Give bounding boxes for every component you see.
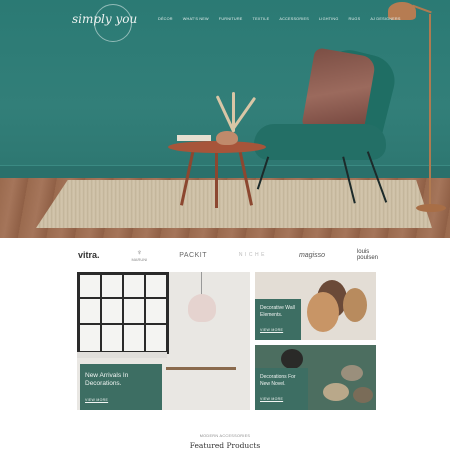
wall-molding	[0, 165, 450, 179]
ceramic-pot	[323, 383, 349, 401]
ceramic-vase	[216, 131, 238, 145]
ceramic-pot	[353, 387, 373, 403]
promo-new-arrivals-title-1: New Arrivals In	[85, 372, 129, 379]
table-leg	[215, 150, 218, 208]
dining-table	[166, 367, 236, 370]
featured-title: Featured Products	[189, 441, 261, 450]
promo-new-arrivals-card: New Arrivals In Decorations. VIEW MORE	[80, 364, 162, 410]
window-mullion	[122, 275, 124, 351]
brand-louis-poulsen[interactable]: louis poulsen	[357, 249, 378, 261]
nav-item-accessories[interactable]: ACCESSORIES	[279, 17, 309, 21]
main-nav: DÉCOR WHAT'S NEW FURNITURE TEXTILE ACCES…	[158, 17, 401, 21]
promo-new-arrivals-link[interactable]: VIEW MORE	[85, 398, 108, 402]
floor-lamp-base	[416, 204, 446, 212]
promo-decorations-title-2: New Novel.	[260, 380, 286, 387]
promo-wall-link[interactable]: VIEW MORE	[260, 328, 283, 332]
nav-item-whats-new[interactable]: WHAT'S NEW	[183, 17, 209, 21]
book	[177, 135, 211, 141]
promo-wall-title-1: Decorative Wall	[260, 305, 295, 311]
promo-wall-elements-card: Decorative Wall Elements. VIEW MORE	[255, 299, 301, 340]
pendant-cord	[201, 272, 202, 296]
floor-lamp-pole	[429, 14, 431, 210]
window-mullion	[80, 323, 166, 325]
nav-item-textile[interactable]: TEXTILE	[253, 17, 270, 21]
window-mullion	[100, 275, 102, 351]
promo-decorations-link[interactable]: VIEW MORE	[260, 397, 283, 401]
pendant-lamp	[188, 294, 216, 322]
wall-plate	[343, 288, 367, 322]
brand-maruni[interactable]: ♆ MARUNI	[131, 247, 148, 262]
brand-magisso[interactable]: magisso	[299, 252, 325, 259]
promo-wall-title-2: Elements.	[260, 311, 283, 318]
ceramic-pot	[281, 349, 303, 369]
nav-item-rugs[interactable]: RUGS	[349, 17, 361, 21]
promo-decorations-card: Decorations For New Novel. VIEW MORE	[255, 368, 308, 410]
brand-niche[interactable]: NICHE	[239, 252, 267, 258]
woven-rug	[36, 180, 432, 228]
window-mullion	[144, 275, 146, 351]
nav-item-decor[interactable]: DÉCOR	[158, 17, 173, 21]
featured-eyebrow: MODERN ACCESSORIES	[199, 434, 251, 438]
brand-packit[interactable]: PACKIT	[179, 252, 207, 259]
site-logo[interactable]: simply you	[72, 12, 137, 26]
brand-maruni-label: MARUNI	[131, 256, 148, 262]
promo-new-arrivals-title-2: Decorations.	[85, 380, 122, 387]
nav-item-furniture[interactable]: FURNITURE	[219, 17, 243, 21]
lounge-chair-seat	[254, 124, 386, 160]
nav-item-designers[interactable]: AJ DESIGNERS	[370, 17, 400, 21]
hero-banner: simply you DÉCOR WHAT'S NEW FURNITURE TE…	[0, 0, 450, 238]
brand-logos: vitra. ♆ MARUNI PACKIT NICHE magisso lou…	[78, 244, 378, 266]
ceramic-pot	[341, 365, 363, 381]
wall-plate	[307, 292, 339, 332]
maruni-mark-icon: ♆	[136, 247, 143, 257]
window-frame	[77, 272, 169, 354]
window-mullion	[80, 297, 166, 299]
brand-louis-line2: poulsen	[356, 255, 378, 261]
brand-vitra[interactable]: vitra.	[78, 250, 100, 260]
nav-item-lighting[interactable]: LIGHTING	[319, 17, 339, 21]
kitchen-counter	[77, 352, 167, 358]
